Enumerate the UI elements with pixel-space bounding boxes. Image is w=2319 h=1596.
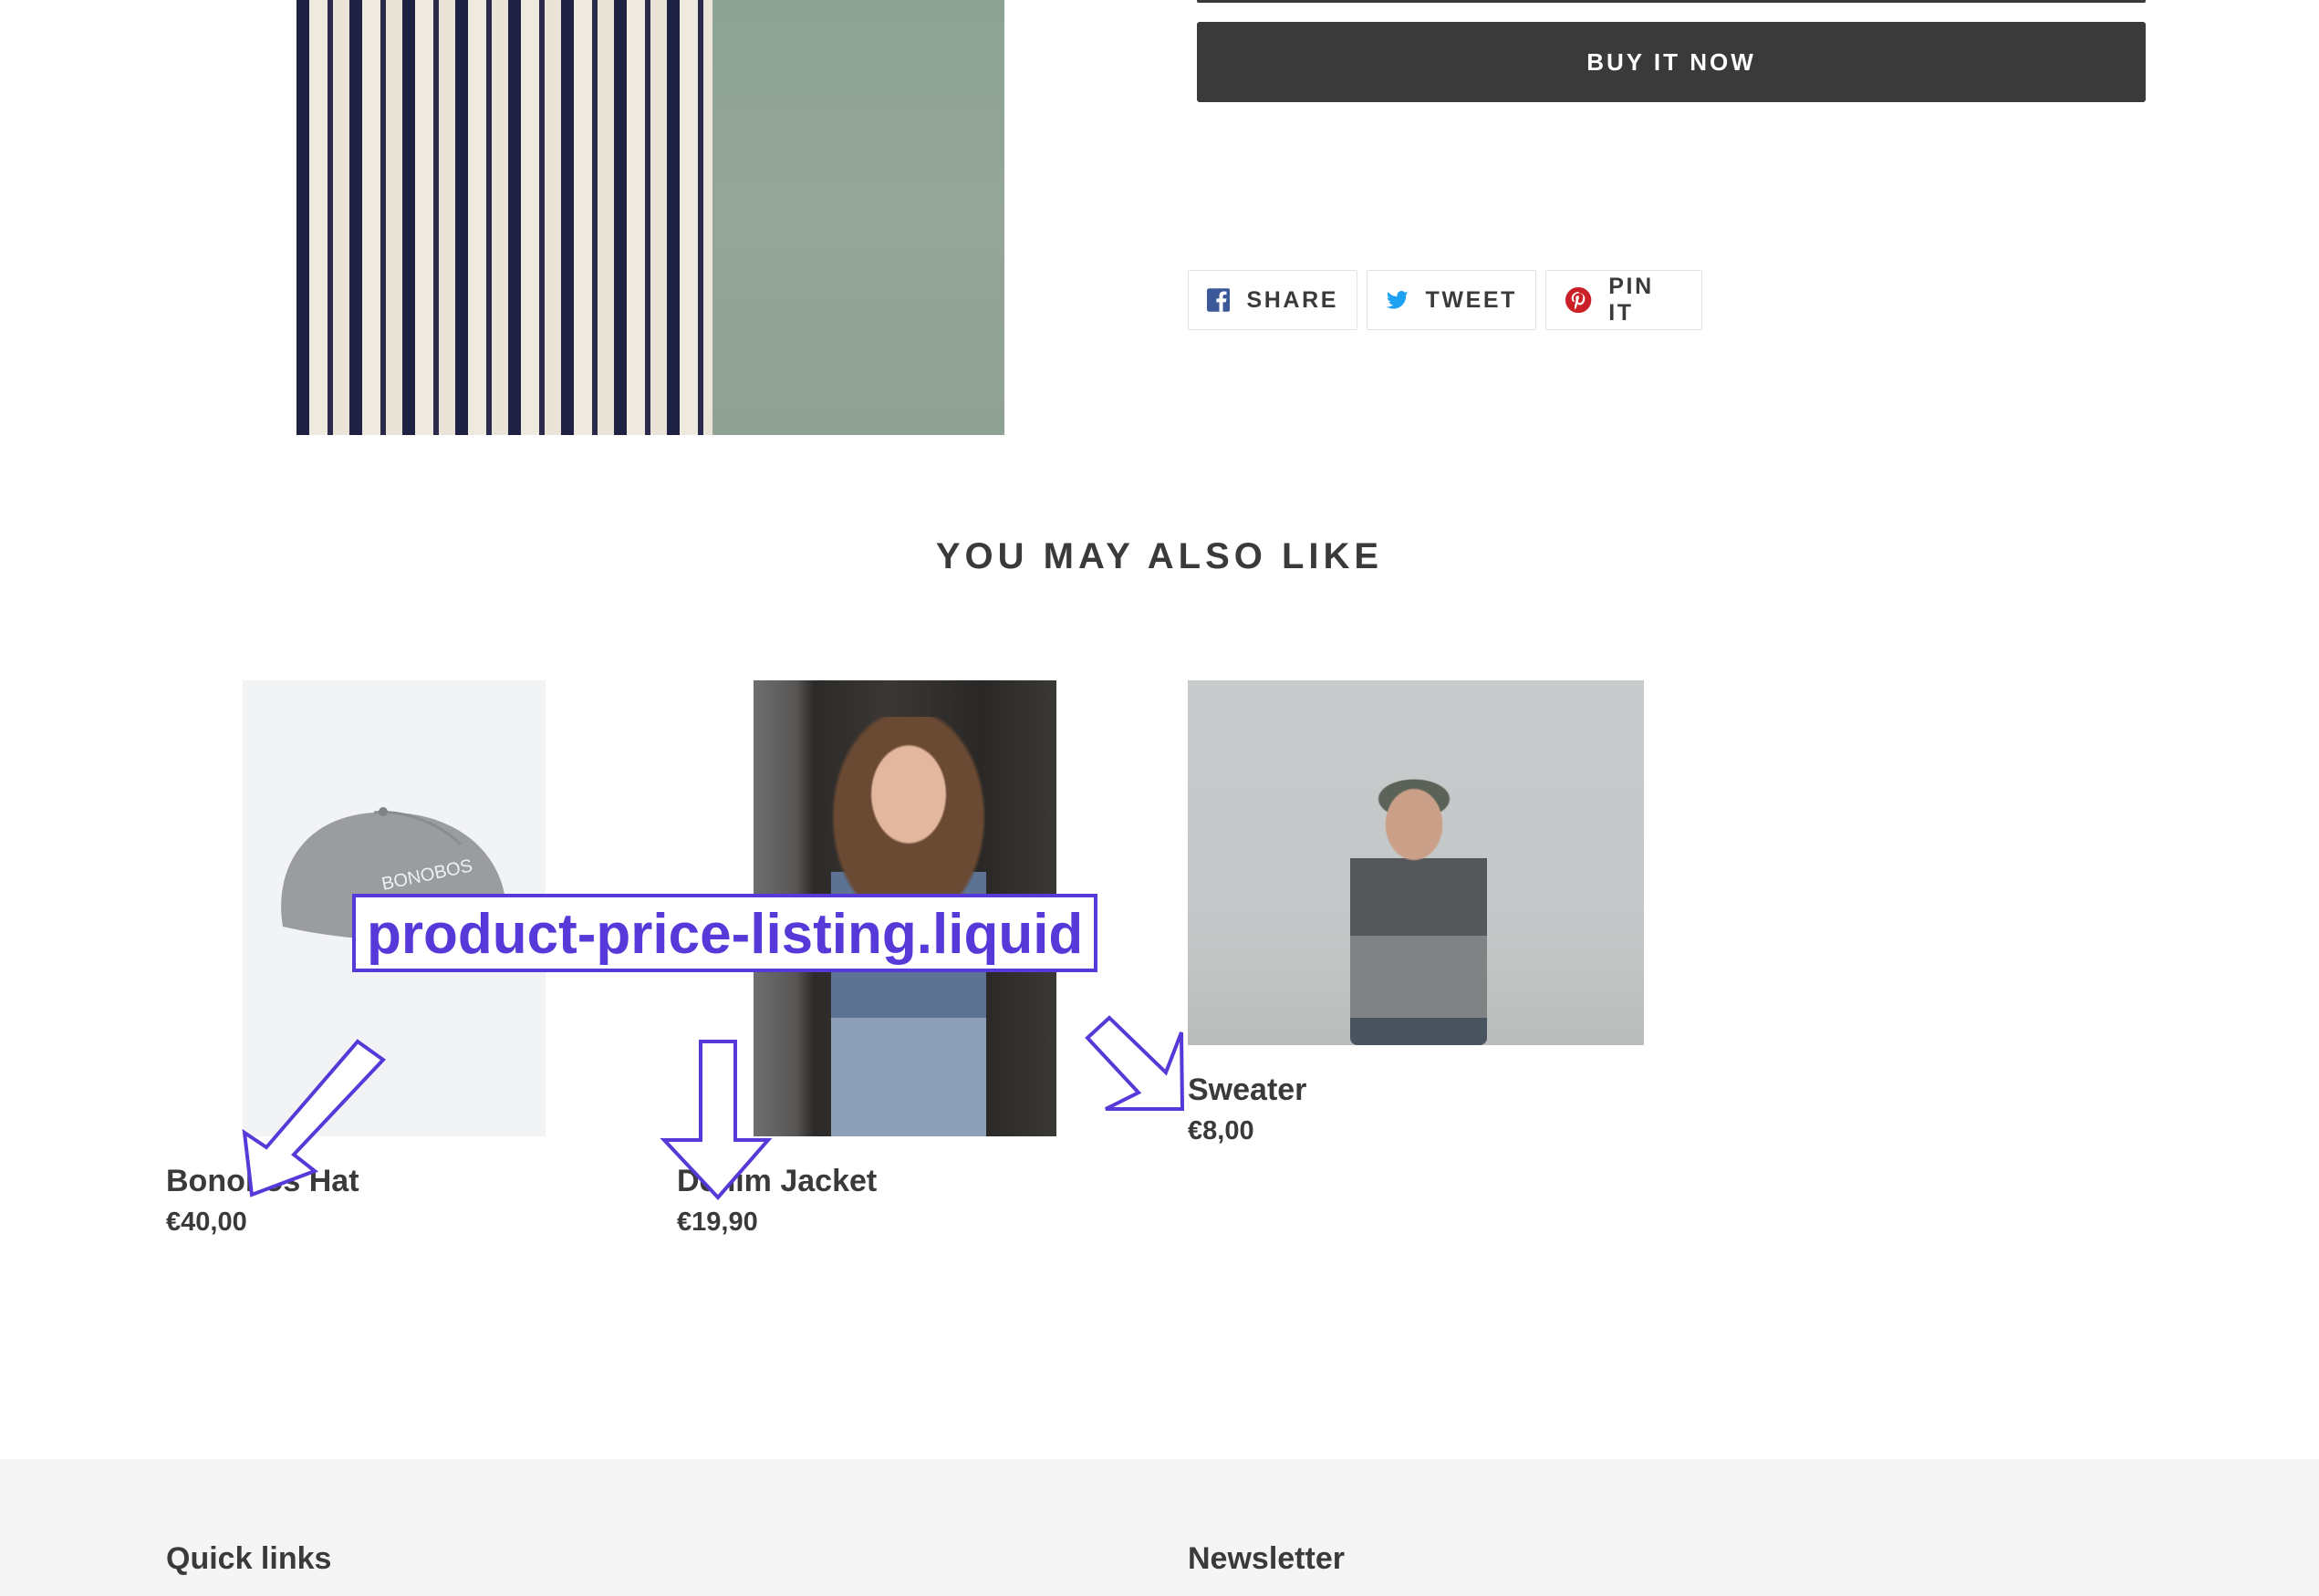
product-title-denim-jacket[interactable]: Denim Jacket — [677, 1164, 877, 1199]
footer-newsletter-heading: Newsletter — [1188, 1541, 1345, 1576]
pinterest-icon — [1565, 286, 1592, 314]
site-footer — [0, 1459, 2319, 1596]
footer-quick-links-heading: Quick links — [166, 1541, 332, 1576]
product-main-image[interactable] — [296, 0, 1004, 435]
twitter-icon — [1386, 291, 1409, 309]
share-label: SHARE — [1246, 286, 1338, 313]
product-image-background — [712, 0, 1004, 435]
product-image-sweater[interactable] — [1188, 680, 1644, 1045]
annotation-label: product-price-listing.liquid — [352, 894, 1098, 972]
product-price-sweater: €8,00 — [1188, 1116, 1254, 1145]
facebook-icon — [1207, 288, 1231, 312]
share-pinterest-button[interactable]: PIN IT — [1545, 270, 1702, 330]
related-products-heading: YOU MAY ALSO LIKE — [935, 536, 1384, 576]
add-to-cart-button-edge[interactable] — [1197, 0, 2146, 3]
share-facebook-button[interactable]: SHARE — [1188, 270, 1357, 330]
share-twitter-button[interactable]: TWEET — [1367, 270, 1536, 330]
arrow-to-sweater-price — [1085, 1015, 1185, 1111]
sweater-model-figure — [1350, 772, 1487, 1045]
pin-label: PIN IT — [1608, 274, 1654, 326]
product-price-bonobos-hat: €40,00 — [166, 1207, 247, 1237]
product-title-sweater[interactable]: Sweater — [1188, 1073, 1306, 1108]
product-title-bonobos-hat[interactable]: Bonobos Hat — [166, 1164, 359, 1199]
tweet-label: TWEET — [1425, 286, 1517, 313]
product-price-denim-jacket: €19,90 — [677, 1207, 758, 1237]
buy-it-now-button[interactable]: BUY IT NOW — [1197, 22, 2146, 102]
